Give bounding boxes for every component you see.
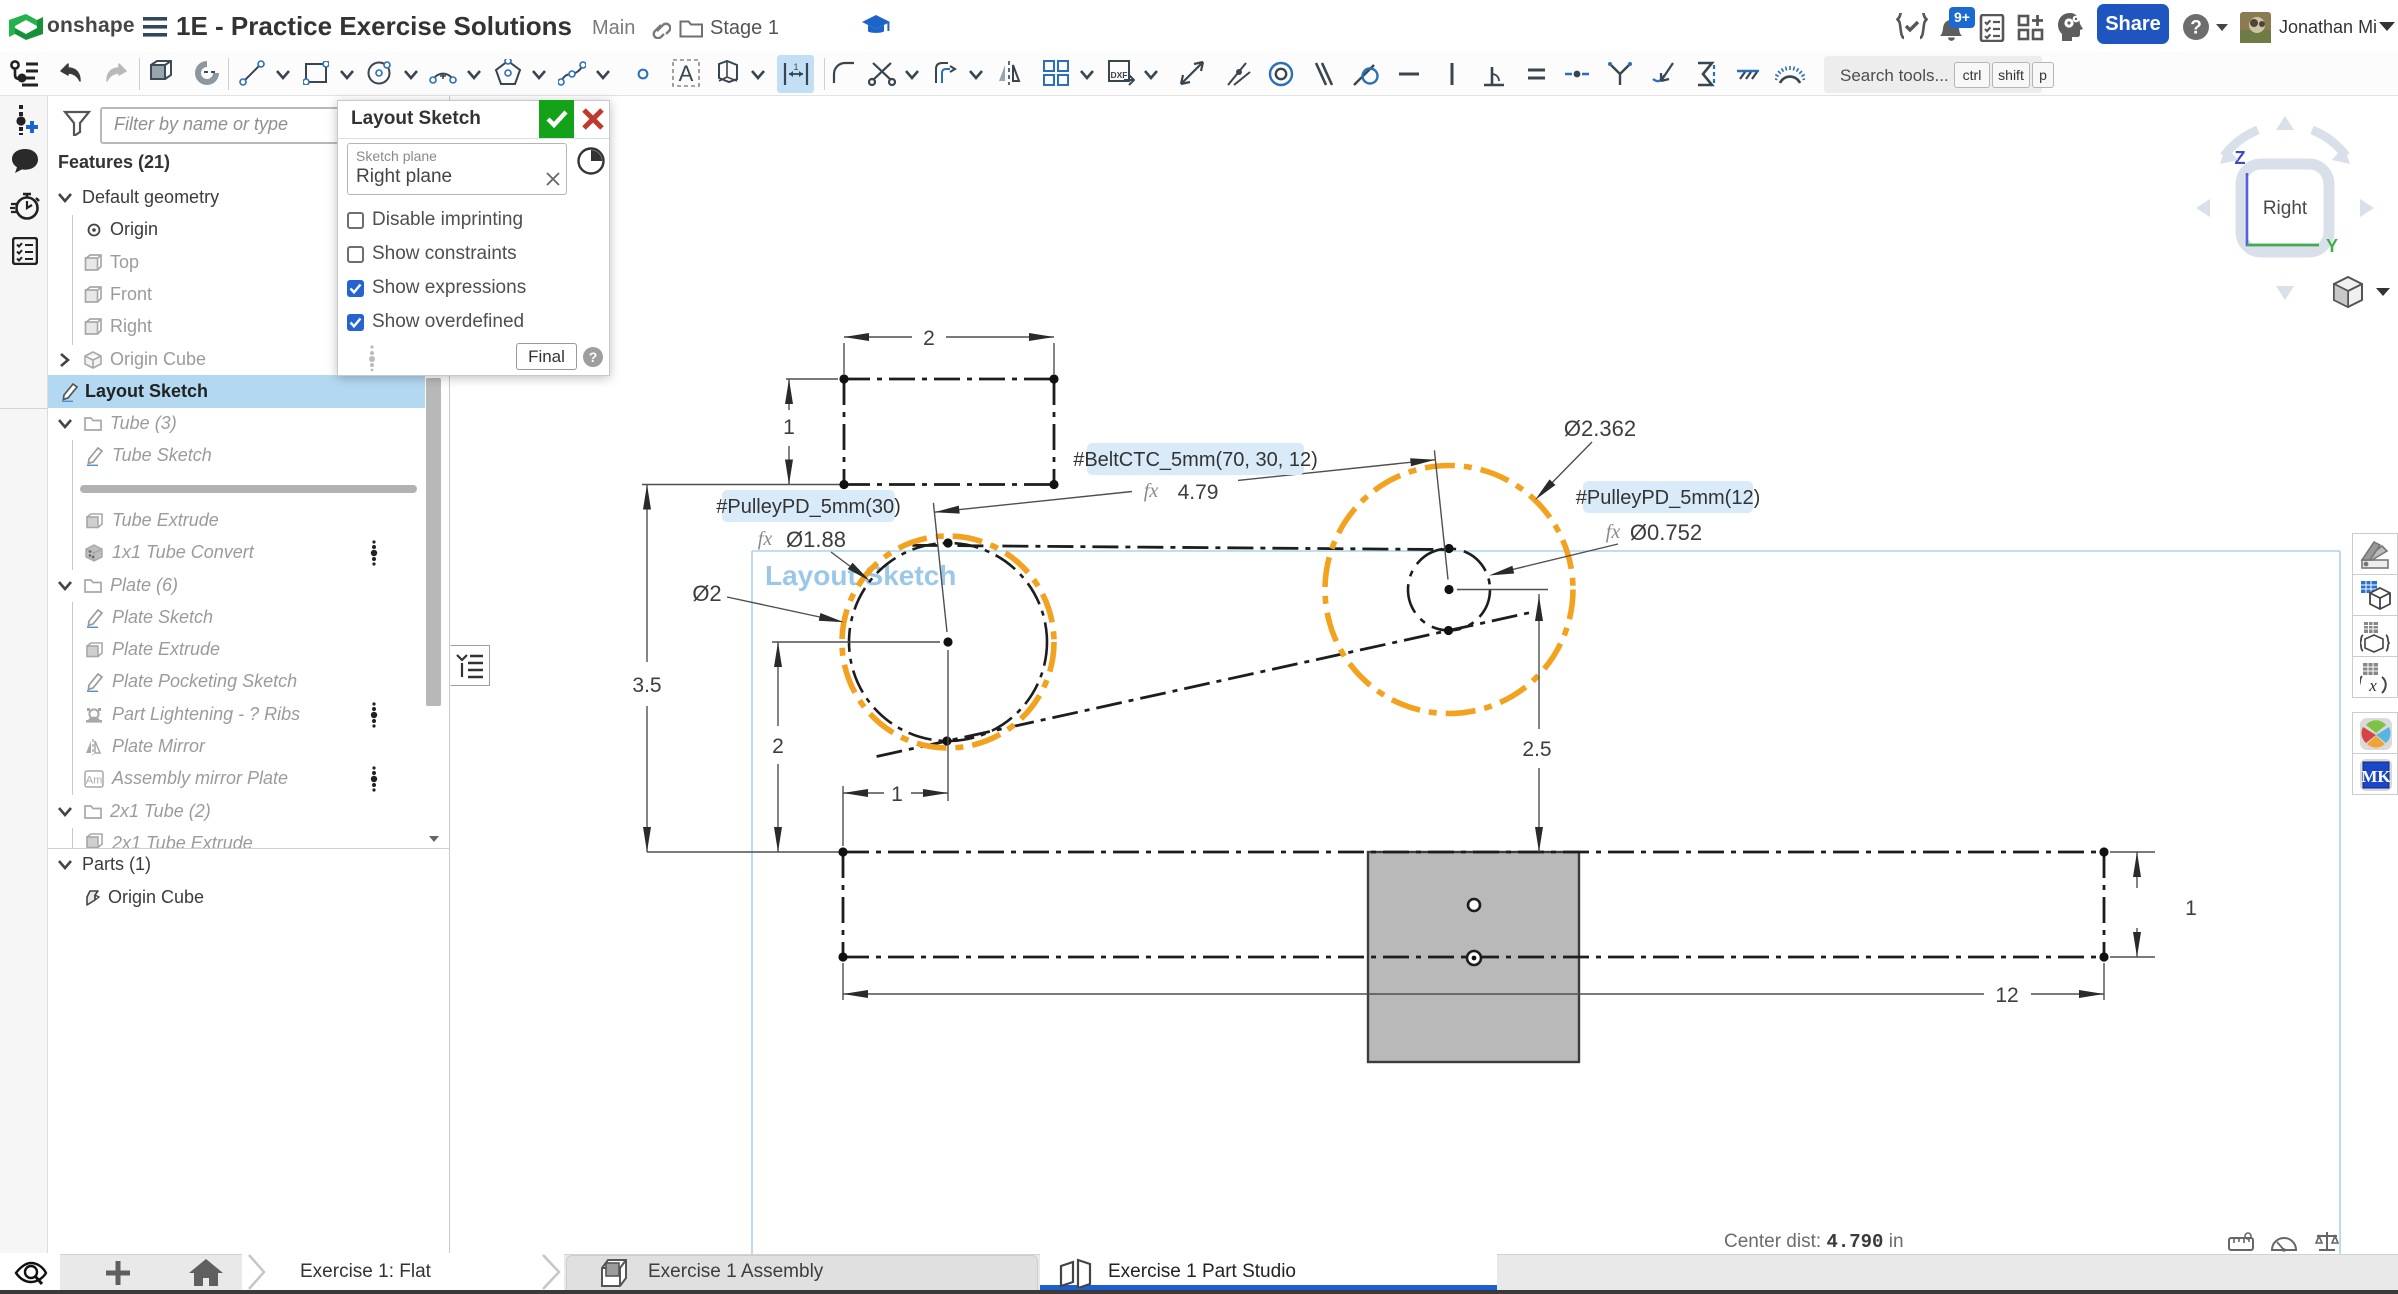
svg-text:MK: MK bbox=[2361, 767, 2391, 786]
svg-text:x: x bbox=[2368, 676, 2377, 694]
svg-text:1: 1 bbox=[793, 62, 798, 72]
svg-text:A: A bbox=[679, 61, 694, 86]
svg-text:DXF: DXF bbox=[1111, 70, 1128, 80]
svg-text:Right: Right bbox=[2263, 198, 2308, 219]
svg-text:Am: Am bbox=[86, 775, 103, 787]
svg-text:?: ? bbox=[2190, 18, 2202, 39]
svg-text:Y: Y bbox=[2326, 236, 2338, 256]
